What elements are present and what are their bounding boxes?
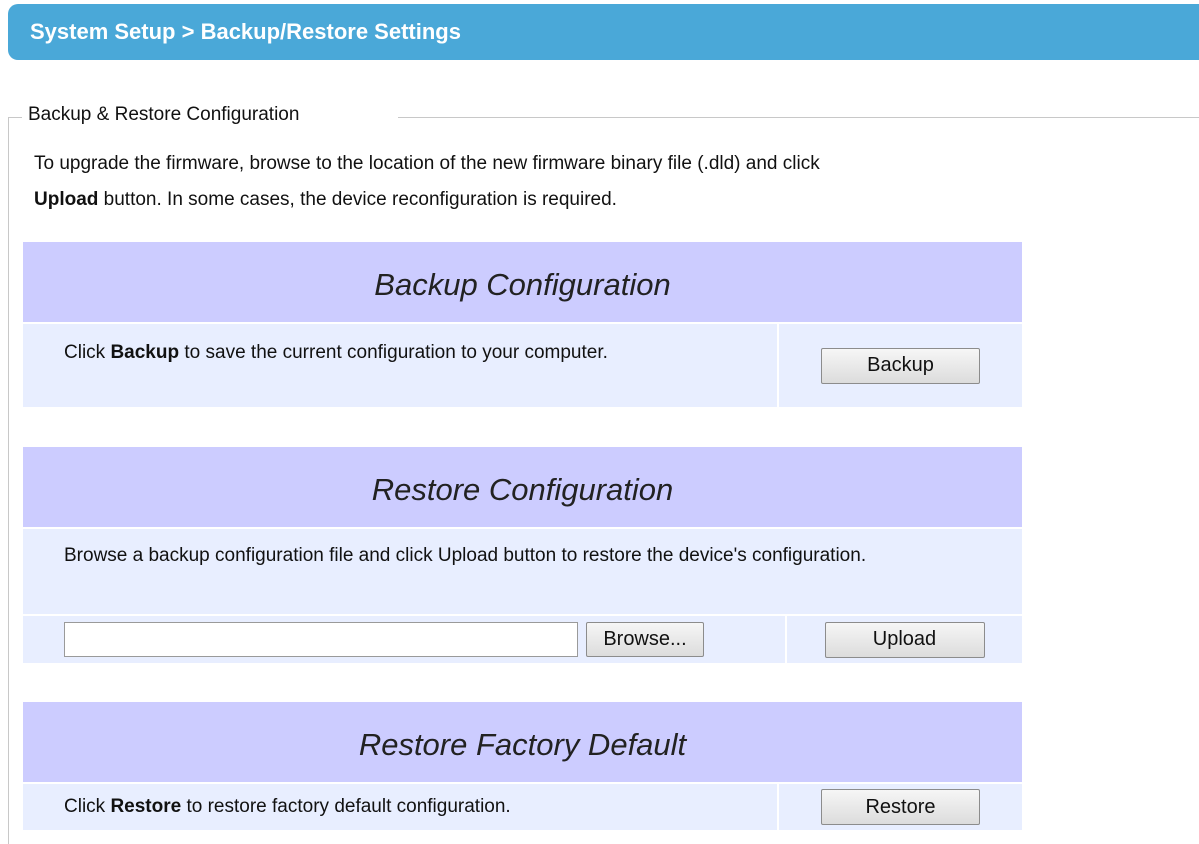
fieldset-border-left [8, 117, 9, 844]
file-path-input[interactable] [64, 622, 578, 657]
factory-description: Click Restore to restore factory default… [23, 784, 777, 830]
restore-panel-title: Restore Configuration [23, 447, 1022, 527]
backup-description: Click Backup to save the current configu… [23, 324, 777, 407]
restore-panel: Restore Configuration Browse a backup co… [23, 447, 1022, 663]
restore-button-cell: Restore [777, 784, 1022, 830]
restore-file-row: Browse... Upload [23, 616, 1022, 663]
factory-desc-post: to restore factory default configuration… [181, 796, 511, 817]
backup-button-cell: Backup [777, 324, 1022, 407]
intro-line-1: To upgrade the firmware, browse to the l… [34, 153, 820, 174]
upload-button[interactable]: Upload [824, 621, 985, 658]
backup-desc-post: to save the current configuration to you… [179, 342, 608, 363]
factory-panel: Restore Factory Default Click Restore to… [23, 702, 1022, 830]
intro-line-2: Upload button. In some cases, the device… [34, 182, 1044, 218]
browse-button[interactable]: Browse... [586, 622, 704, 657]
factory-desc-pre: Click [64, 796, 111, 817]
intro-text: To upgrade the firmware, browse to the l… [34, 146, 1044, 218]
factory-panel-title: Restore Factory Default [23, 702, 1022, 782]
fieldset-legend: Backup & Restore Configuration [24, 104, 304, 126]
restore-desc-row: Browse a backup configuration file and c… [23, 529, 1022, 614]
intro-line-2-text: button. In some cases, the device reconf… [98, 189, 617, 210]
backup-button[interactable]: Backup [821, 347, 980, 384]
factory-desc-bold: Restore [110, 796, 182, 817]
page-title-bar: System Setup > Backup/Restore Settings [8, 4, 1199, 60]
backup-desc-bold: Backup [110, 342, 180, 363]
file-chooser: Browse... [23, 622, 785, 657]
restore-description: Browse a backup configuration file and c… [64, 545, 867, 566]
upload-button-cell: Upload [785, 616, 1022, 663]
fieldset-border-top-left [8, 117, 22, 118]
backup-panel: Backup Configuration Click Backup to sav… [23, 242, 1022, 407]
backup-row: Click Backup to save the current configu… [23, 324, 1022, 407]
factory-row: Click Restore to restore factory default… [23, 784, 1022, 830]
backup-desc-pre: Click [64, 342, 111, 363]
intro-bold-upload: Upload [34, 189, 99, 210]
page-title: System Setup > Backup/Restore Settings [30, 19, 461, 44]
backup-panel-title: Backup Configuration [23, 242, 1022, 322]
restore-factory-button[interactable]: Restore [821, 789, 980, 825]
fieldset-border-top-right [398, 117, 1199, 118]
